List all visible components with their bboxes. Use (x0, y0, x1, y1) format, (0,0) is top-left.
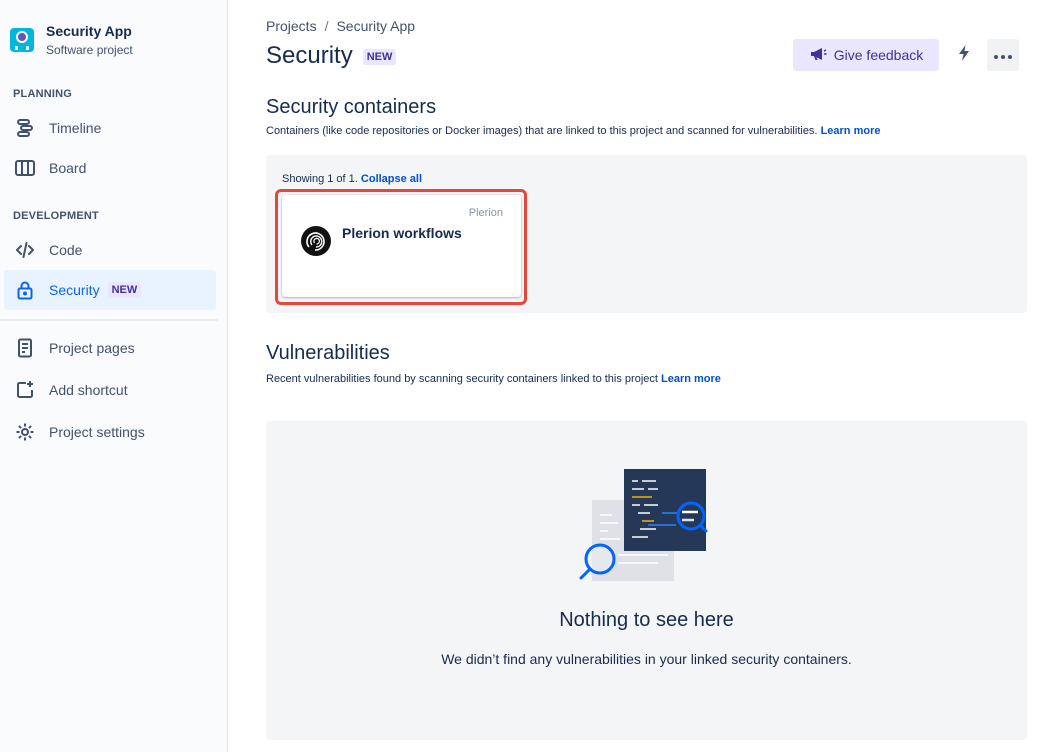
containers-learn-more-link[interactable]: Learn more (821, 125, 881, 137)
sidebar-item-timeline[interactable]: Timeline (4, 108, 216, 148)
sidebar-item-label: Board (49, 160, 87, 176)
new-badge: NEW (362, 49, 397, 65)
security-containers-description: Containers (like code repositories or Do… (266, 125, 880, 137)
more-dots-icon (994, 46, 1012, 64)
sidebar-item-code[interactable]: Code (4, 230, 216, 270)
sidebar-item-label: Timeline (49, 120, 102, 136)
sidebar-item-label: Security (49, 282, 100, 298)
security-containers-heading: Security containers (266, 96, 437, 118)
sidebar-item-label: Add shortcut (49, 382, 128, 398)
containers-description-text: Containers (like code repositories or Do… (266, 125, 818, 137)
container-name: Plerion workflows (342, 225, 462, 241)
breadcrumb-projects-link[interactable]: Projects (266, 18, 317, 34)
plerion-logo-icon (300, 225, 332, 257)
new-badge: NEW (107, 282, 142, 298)
lightning-bolt-icon (956, 44, 972, 67)
sidebar-divider (0, 319, 218, 321)
give-feedback-button[interactable]: Give feedback (793, 39, 939, 71)
sidebar-item-add-shortcut[interactable]: Add shortcut (4, 370, 216, 410)
add-shortcut-icon (14, 379, 36, 401)
showing-count: Showing 1 of 1. Collapse all (282, 173, 422, 185)
vulnerabilities-empty-state: Nothing to see here We didn’t find any v… (266, 421, 1027, 740)
gear-icon (14, 421, 36, 443)
sidebar-item-project-settings[interactable]: Project settings (4, 412, 216, 452)
vulnerabilities-learn-more-link[interactable]: Learn more (661, 373, 721, 385)
vulnerabilities-heading: Vulnerabilities (266, 342, 390, 364)
collapse-all-link[interactable]: Collapse all (361, 173, 422, 185)
lock-icon (14, 279, 36, 301)
code-icon (14, 239, 36, 261)
project-type: Software project (46, 43, 133, 57)
sidebar-item-project-pages[interactable]: Project pages (4, 328, 216, 368)
breadcrumb-separator: / (324, 18, 329, 34)
page-title-text: Security (266, 42, 353, 69)
give-feedback-label: Give feedback (833, 47, 924, 63)
vulnerabilities-description-text: Recent vulnerabilities found by scanning… (266, 373, 658, 385)
showing-text: Showing 1 of 1. (282, 173, 358, 185)
planning-section-label: PLANNING (13, 88, 73, 100)
project-avatar-icon (10, 28, 34, 52)
project-name: Security App (46, 23, 132, 39)
sidebar-item-label: Project settings (49, 424, 145, 440)
page-title: Security NEW (266, 42, 397, 70)
project-header[interactable]: Security App Software project (10, 22, 133, 58)
sidebar-item-label: Code (49, 242, 83, 258)
timeline-icon (14, 117, 36, 139)
board-icon (14, 157, 36, 179)
container-card[interactable]: Plerion Plerion workflows (282, 195, 521, 297)
automation-button[interactable] (948, 39, 980, 71)
more-actions-button[interactable] (987, 39, 1019, 71)
empty-state-title: Nothing to see here (559, 609, 734, 631)
page-icon (14, 337, 36, 359)
containers-panel: Showing 1 of 1. Collapse all Plerion Ple… (266, 155, 1027, 313)
empty-state-illustration (578, 467, 718, 585)
sidebar-item-board[interactable]: Board (4, 148, 216, 188)
development-section-label: DEVELOPMENT (13, 210, 99, 222)
sidebar-item-label: Project pages (49, 340, 135, 356)
sidebar-item-security[interactable]: Security NEW (4, 270, 216, 310)
breadcrumb-project-link[interactable]: Security App (336, 18, 415, 34)
empty-state-description: We didn’t find any vulnerabilities in yo… (441, 651, 852, 667)
sidebar: Security App Software project PLANNING T… (0, 0, 228, 752)
container-provider: Plerion (468, 207, 503, 219)
breadcrumb: Projects / Security App (266, 18, 415, 34)
vulnerabilities-description: Recent vulnerabilities found by scanning… (266, 373, 721, 385)
megaphone-icon (809, 45, 827, 66)
